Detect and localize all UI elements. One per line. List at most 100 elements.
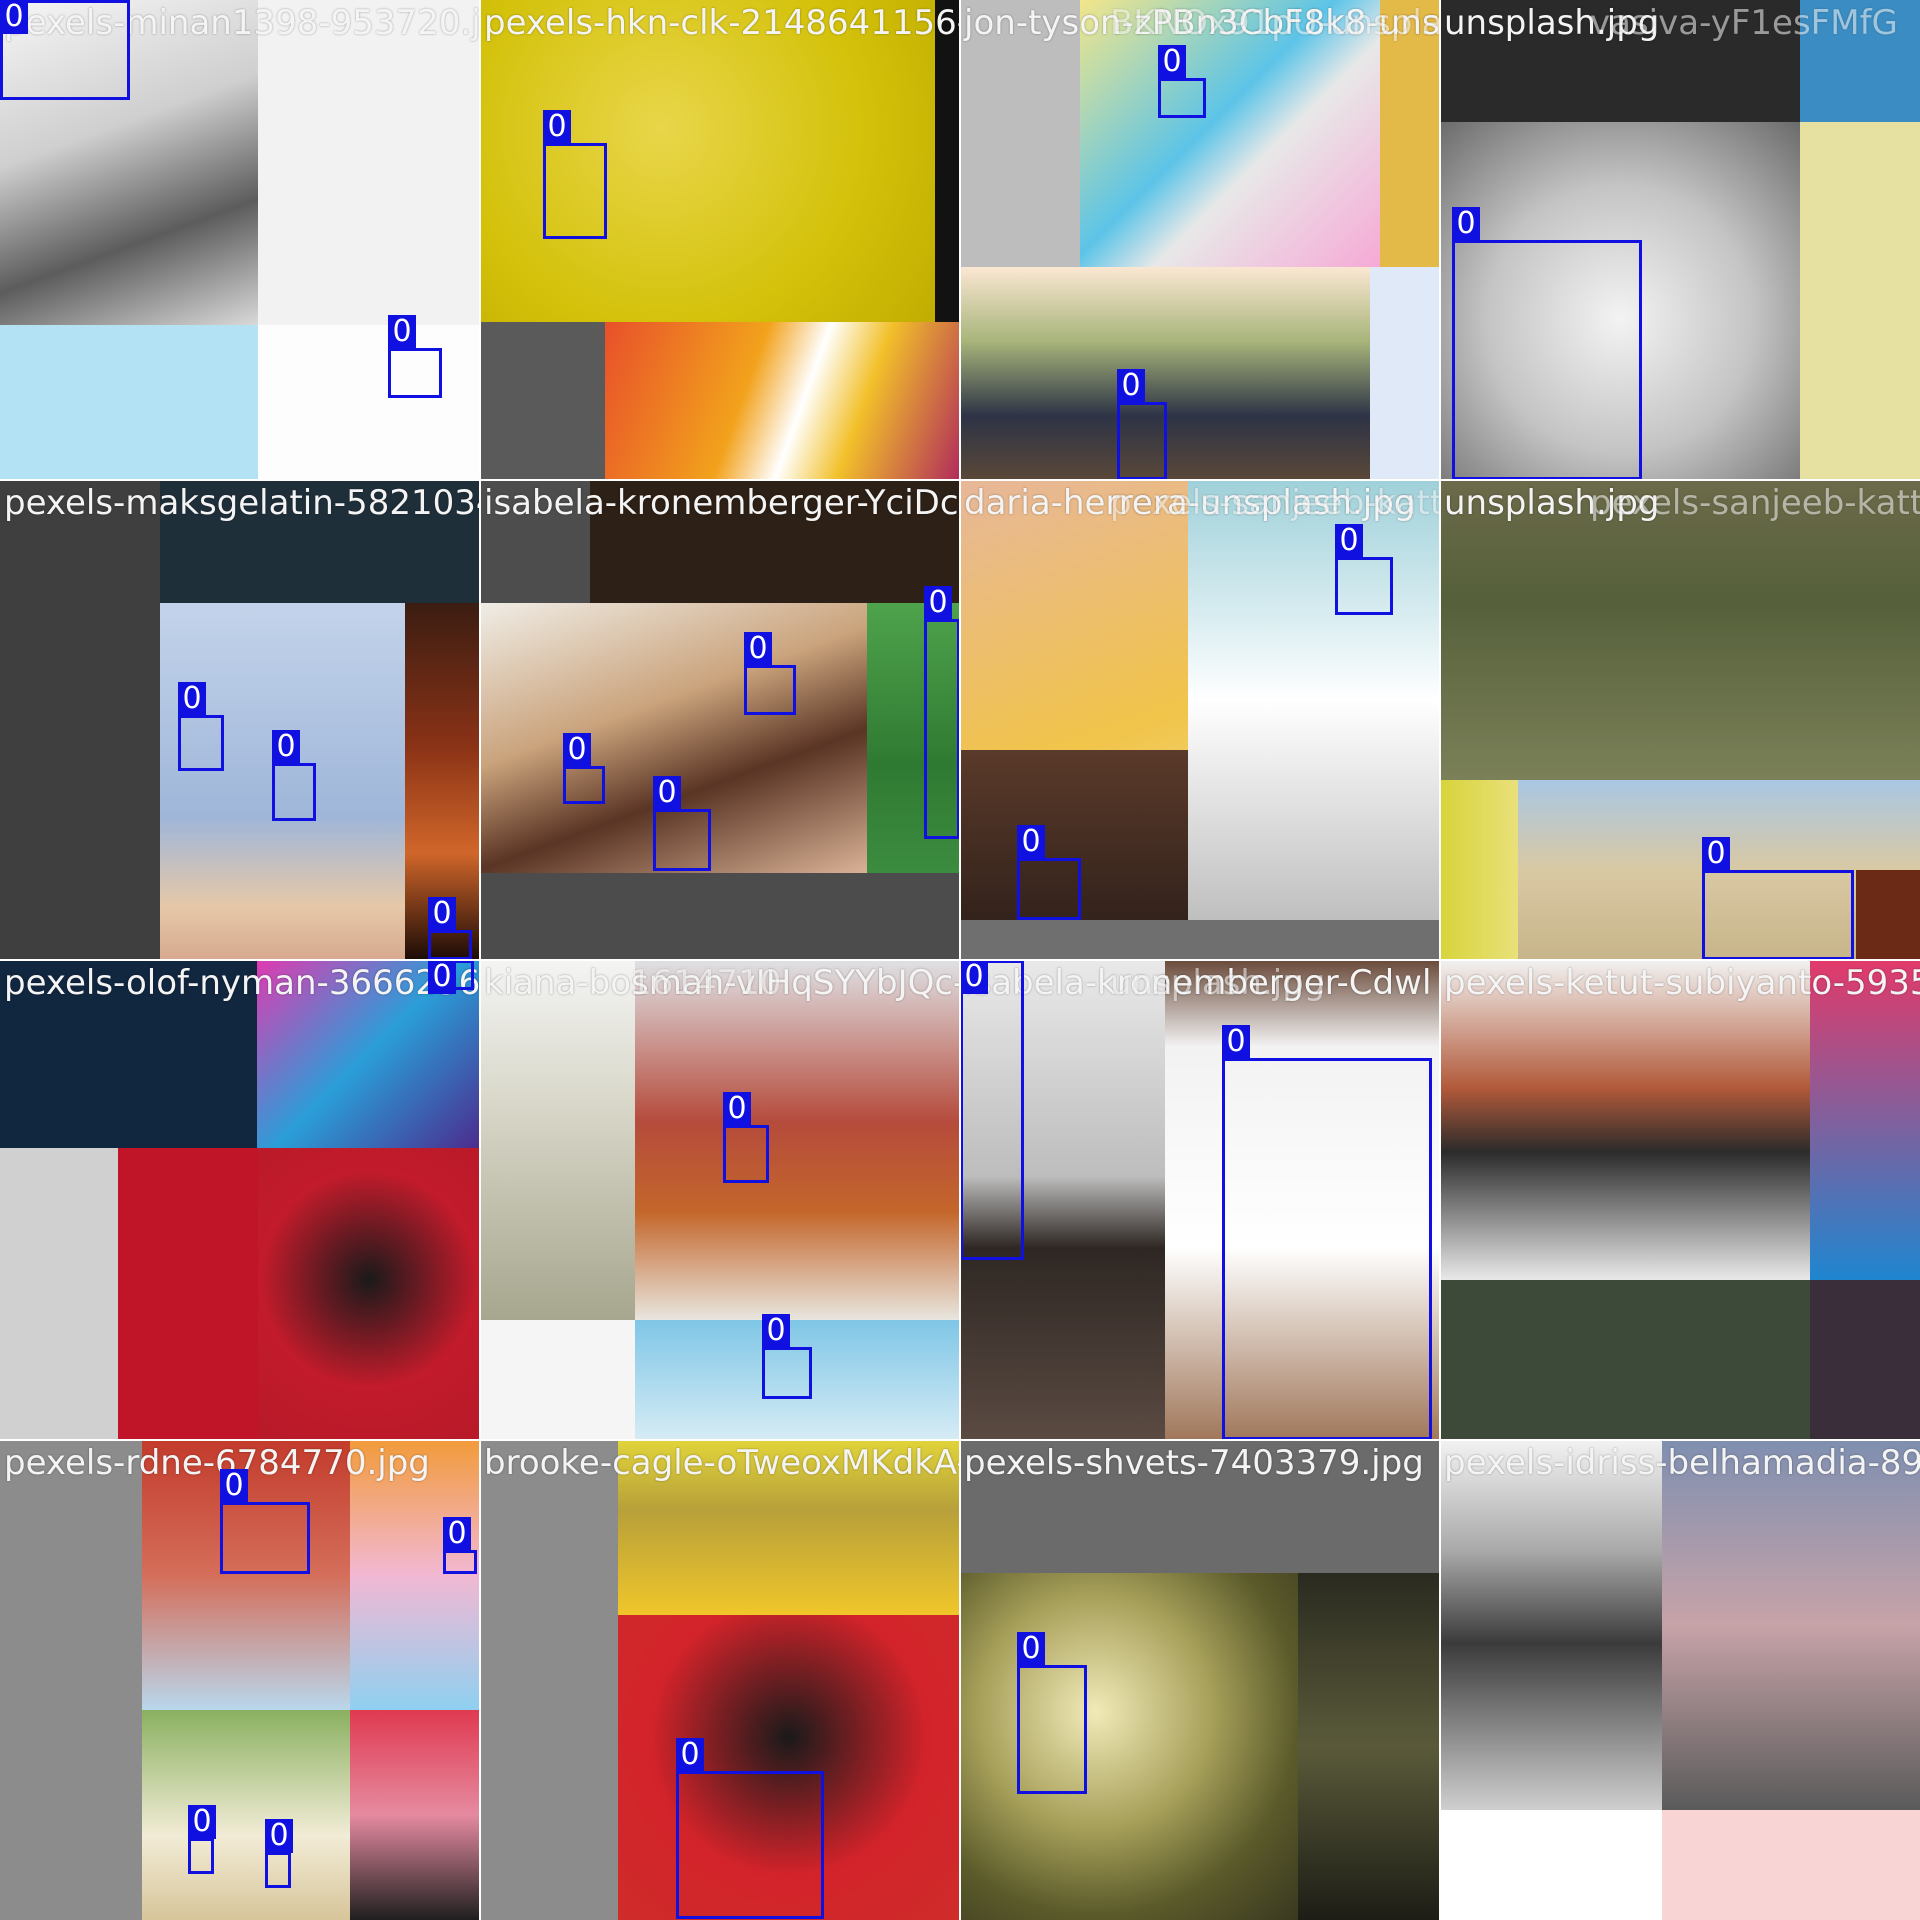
mosaic-tile-r4c2: 0 brooke-cagle-oTweoxMKdkA-unsplash.jpg — [480, 1440, 960, 1920]
image-patch — [1370, 267, 1440, 480]
detection-class-label: 0 — [1017, 1632, 1045, 1666]
image-filename-label: pexels-ketut-subiyanto-5935257.jpg — [1444, 963, 1920, 1003]
image-patch — [1662, 1810, 1920, 1920]
image-filename-label: pexels-rdne-6784770.jpg — [4, 1443, 430, 1483]
image-filename-label: isabela-kronemberger-YciDcmadIa — [484, 483, 960, 523]
image-patch — [960, 1573, 1298, 1920]
detection-box: 0 — [1158, 45, 1206, 118]
detection-class-label: 0 — [1335, 524, 1363, 558]
detection-class-label: 0 — [1158, 45, 1186, 79]
detection-box: 0 — [272, 730, 316, 821]
image-patch — [935, 0, 960, 322]
detection-class-label: 0 — [762, 1314, 790, 1348]
image-filename-label: pexels-olof-nyman-3666256 — [4, 963, 480, 1003]
image-patch — [1440, 780, 1518, 960]
detection-box: 0 — [428, 960, 474, 994]
mosaic-tile-r2c1: 0 0 0 pexels-maksgelatin-5821034.jpg — [0, 480, 480, 960]
image-filename-label: pexels-shvets-7403379.jpg — [964, 1443, 1424, 1483]
mosaic-tile-r3c3: 0 0 isabela-kronemberger-Cdwl unsplash.jpg — [960, 960, 1440, 1440]
image-patch — [1440, 960, 1810, 1280]
detection-class-label: 0 — [543, 110, 571, 144]
detection-box: 0 — [428, 897, 472, 960]
image-patch — [1662, 1440, 1920, 1810]
mosaic-tile-r2c4: 0unsplash.jpgpexels-sanjeeb-katt-5225492 — [1440, 480, 1920, 960]
detection-class-label: 0 — [265, 1819, 293, 1853]
detection-box: 0 — [960, 960, 1024, 1260]
image-filename-label: brooke-cagle-oTweoxMKdkA-unsplash.jpg — [484, 1443, 960, 1483]
detection-box: 0 — [178, 682, 224, 771]
image-filename-label: unsplash.jpg — [1110, 963, 1326, 1003]
image-patch — [480, 1440, 618, 1920]
image-patch — [605, 322, 960, 480]
detection-class-label: 0 — [653, 776, 681, 810]
mosaic-tile-r1c3: 00jon-tyson-zPBn3CbF8k8-unsplash.jpgBKNO… — [960, 0, 1440, 480]
detection-class-label: 0 — [563, 733, 591, 767]
detection-class-label: 0 — [1117, 369, 1145, 403]
image-patch — [258, 1148, 480, 1440]
detection-box: 0 — [543, 110, 607, 239]
image-patch — [0, 1440, 142, 1920]
detection-class-label: 0 — [272, 730, 300, 764]
image-patch — [1800, 122, 1920, 480]
detection-class-label: 0 — [188, 1805, 216, 1839]
mosaic-tile-r4c4: pexels-idriss-belhamadia-8934 — [1440, 1440, 1920, 1920]
mosaic-tile-r3c4: pexels-ketut-subiyanto-5935257.jpg — [1440, 960, 1920, 1440]
detection-box: 0 — [762, 1314, 812, 1399]
image-patch — [0, 480, 160, 960]
image-patch — [1810, 1280, 1920, 1440]
detection-box: 0 — [388, 315, 442, 398]
tile-divider — [0, 959, 1920, 961]
detection-class-label: 0 — [443, 1517, 471, 1551]
detection-box: 0 — [1335, 524, 1393, 615]
detection-class-label: 0 — [1017, 825, 1045, 859]
image-filename-label: pexels-maksgelatin-5821034.jpg — [4, 483, 480, 523]
detection-box: 0 — [0, 0, 130, 100]
detection-box: 0 — [924, 586, 960, 839]
detection-class-label: 0 — [428, 960, 456, 994]
detection-class-label: 0 — [676, 1738, 704, 1772]
image-patch — [1440, 1280, 1810, 1440]
image-patch — [258, 325, 480, 480]
image-patch — [0, 1148, 118, 1440]
mosaic-tile-r3c2: 00kiana-bosman-vIHqSYYbJQc-unsplash.jpg1… — [480, 960, 960, 1440]
detection-box: 0 — [723, 1092, 769, 1183]
detection-class-label: 0 — [428, 897, 456, 931]
mosaic-tile-r1c4: 0 unsplash.jpg vasiva-yF1esFMfG — [1440, 0, 1920, 480]
mosaic-tile-r4c1: 0 0 0 0 pexels-rdne-6784770.jpg — [0, 1440, 480, 1920]
detection-class-label: 0 — [723, 1092, 751, 1126]
mosaic-tile-r3c1: 0 pexels-olof-nyman-3666256 — [0, 960, 480, 1440]
image-patch — [1440, 1440, 1662, 1810]
detection-box: 0 — [1702, 837, 1854, 960]
tile-divider — [1439, 0, 1441, 1920]
detection-box: 0 — [1117, 369, 1167, 480]
image-patch — [258, 0, 480, 325]
image-patch — [1440, 480, 1920, 780]
detection-box: 0 — [653, 776, 711, 871]
detection-class-label: 0 — [924, 586, 952, 620]
image-patch — [1810, 960, 1920, 1280]
detection-class-label: 0 — [388, 315, 416, 349]
mosaic-tile-r1c1: 0 0 pexels-minan1398-953720.jpg — [0, 0, 480, 480]
detection-class-label: 0 — [220, 1469, 248, 1503]
detection-box: 0 — [1222, 1025, 1432, 1440]
image-patch — [1856, 870, 1920, 960]
image-patch — [480, 960, 635, 1320]
detection-class-label: 0 — [960, 960, 988, 994]
image-patch — [635, 960, 960, 1320]
image-patch — [142, 1710, 350, 1920]
detection-box: 0 — [744, 632, 796, 715]
image-patch — [480, 873, 960, 960]
mosaic-tile-r2c2: 0 0 0 0 isabela-kronemberger-YciDcmadIa — [480, 480, 960, 960]
mosaic-tile-r2c3: 0 0 daria-herrera-unsplash.jpg pexels-sanje… — [960, 480, 1440, 960]
image-filename-label: vasiva-yF1esFMfG — [1590, 3, 1898, 43]
image-patch — [480, 1320, 635, 1440]
detection-box: 0 — [188, 1805, 216, 1874]
image-filename-label: pexels-sanjeeb-katt-5225492 — [1110, 483, 1440, 523]
image-filename-label: pexels-sanjeeb-katt-5225492 — [1590, 483, 1920, 523]
mosaic-tile-r1c2: 0 pexels-hkn-clk-2148641156-30010753.jpg — [480, 0, 960, 480]
detection-class-label: 0 — [178, 682, 206, 716]
detection-box: 0 — [1017, 1632, 1087, 1794]
image-patch — [350, 1710, 480, 1920]
detection-mosaic: 0 0 pexels-minan1398-953720.jpg 0 pexels-hkn… — [0, 0, 1920, 1920]
image-patch — [1298, 1573, 1440, 1920]
